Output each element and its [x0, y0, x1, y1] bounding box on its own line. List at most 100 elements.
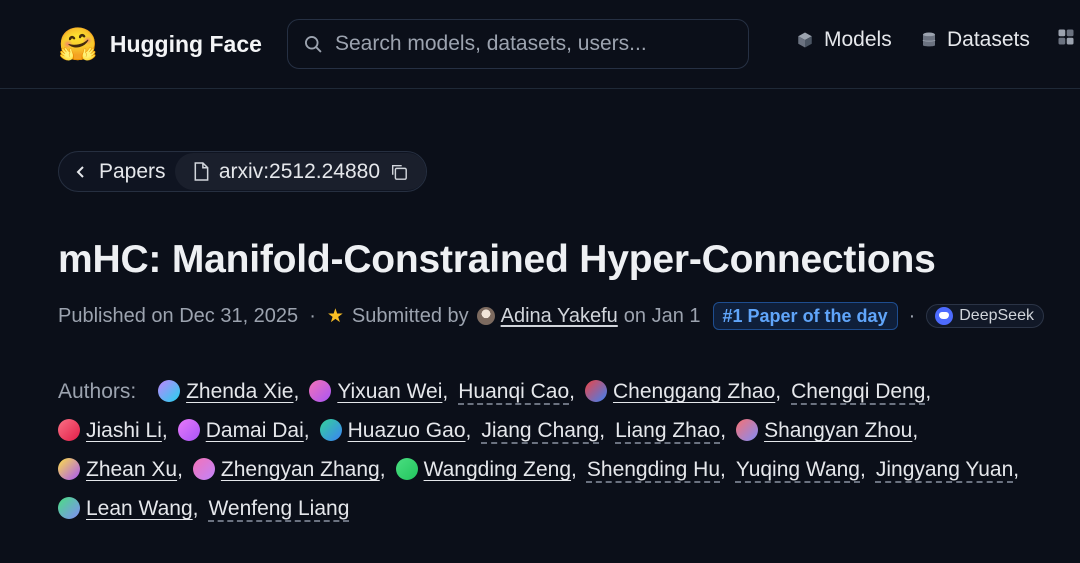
author-name[interactable]: Zhean Xu — [86, 458, 177, 481]
author-separator: , — [177, 458, 183, 481]
paper-of-the-day-badge[interactable]: #1 Paper of the day — [712, 302, 898, 330]
author-separator: , — [192, 497, 199, 520]
separator-dot: · — [908, 304, 916, 327]
author-item[interactable]: Huanqi Cao, — [458, 372, 575, 411]
submitter-link[interactable]: Adina Yakefu — [501, 305, 618, 328]
author-item[interactable]: Zhengyan Zhang, — [192, 450, 386, 489]
author-separator: , — [293, 380, 300, 403]
author-item[interactable]: Damai Dai, — [177, 411, 310, 450]
author-name[interactable]: Lean Wang — [86, 497, 193, 520]
breadcrumb: Papers arxiv:2512.24880 — [58, 151, 427, 192]
author-item[interactable]: Zhean Xu, — [58, 450, 183, 489]
top-navbar: 🤗 Hugging Face Models Datasets — [0, 0, 1080, 89]
database-icon — [922, 32, 936, 47]
author-name[interactable]: Zhenda Xie — [186, 380, 293, 403]
author-avatar — [395, 458, 418, 480]
author-name[interactable]: Yixuan Wei — [337, 380, 442, 403]
search-box[interactable] — [287, 19, 749, 69]
author-avatar — [736, 419, 759, 441]
submitted-by-label: Submitted by — [351, 304, 469, 327]
paper-meta: Published on Dec 31, 2025 · ★ Submitted … — [58, 300, 1044, 332]
published-date: Published on Dec 31, 2025 — [58, 304, 299, 327]
cube-icon — [798, 32, 812, 48]
search-input[interactable] — [333, 31, 717, 57]
author-name[interactable]: Jiashi Li — [86, 419, 162, 442]
authors-list: Authors: Zhenda Xie, Yixuan Wei, Huanqi Ca… — [58, 372, 1048, 528]
author-item[interactable]: Wenfeng Liang — [208, 489, 349, 528]
author-item[interactable]: Jiang Chang, — [481, 411, 605, 450]
author-separator: , — [571, 458, 577, 481]
author-separator: , — [720, 419, 727, 442]
author-name[interactable]: Chenggang Zhao — [613, 380, 775, 403]
author-avatar — [192, 458, 215, 480]
author-separator: , — [720, 458, 726, 481]
author-item[interactable]: Chenggang Zhao, — [584, 372, 782, 411]
nav-models[interactable]: Models — [796, 28, 892, 52]
author-separator: , — [379, 458, 386, 481]
back-to-papers-link[interactable]: Papers — [59, 160, 173, 184]
nav-spaces[interactable] — [1057, 28, 1075, 46]
author-name[interactable]: Huazuo Gao — [348, 419, 466, 442]
chevron-left-icon — [76, 165, 84, 178]
author-item[interactable]: Zhenda Xie, — [158, 372, 299, 411]
star-icon: ★ — [326, 305, 344, 327]
author-separator: , — [925, 380, 932, 403]
site-logo[interactable]: 🤗 Hugging Face — [58, 25, 262, 63]
submitted-date: on Jan 1 — [623, 304, 701, 327]
author-separator: , — [442, 380, 449, 403]
author-separator: , — [1013, 458, 1020, 481]
paper-id-chip: arxiv:2512.24880 — [174, 153, 426, 190]
author-item[interactable]: Liang Zhao, — [615, 411, 726, 450]
author-item[interactable]: Yuqing Wang, — [736, 450, 866, 489]
author-item[interactable]: Lean Wang, — [58, 489, 198, 528]
author-avatar — [319, 419, 342, 441]
author-item[interactable]: Jingyang Yuan, — [876, 450, 1019, 489]
author-avatar — [58, 419, 80, 441]
author-name[interactable]: Shengding Hu — [587, 458, 720, 481]
deepseek-logo-icon — [935, 307, 954, 325]
author-name[interactable]: Wangding Zeng — [424, 458, 571, 481]
nav-datasets[interactable]: Datasets — [921, 28, 1030, 52]
author-item[interactable]: Shengding Hu, — [587, 450, 726, 489]
author-name[interactable]: Yuqing Wang — [736, 458, 860, 481]
author-name[interactable]: Huanqi Cao — [458, 380, 569, 403]
author-separator: , — [465, 419, 472, 442]
author-separator: , — [303, 419, 310, 442]
submitter-avatar — [476, 307, 495, 325]
nav-models-label: Models — [824, 28, 892, 51]
copy-icon[interactable] — [390, 163, 408, 181]
author-separator: , — [912, 419, 919, 442]
nav-datasets-label: Datasets — [947, 28, 1030, 51]
author-name[interactable]: Shangyan Zhou — [764, 419, 912, 442]
author-name[interactable]: Liang Zhao — [615, 419, 720, 442]
hugging-face-logo-icon: 🤗 — [58, 25, 98, 63]
author-item[interactable]: Jiashi Li, — [58, 411, 168, 450]
author-item[interactable]: Yixuan Wei, — [309, 372, 448, 411]
author-avatar — [177, 419, 200, 441]
author-name[interactable]: Chengqi Deng — [791, 380, 925, 403]
author-name[interactable]: Jingyang Yuan — [876, 458, 1013, 481]
author-separator: , — [775, 380, 782, 403]
org-badge[interactable]: DeepSeek — [926, 304, 1044, 328]
author-name[interactable]: Jiang Chang — [481, 419, 599, 442]
author-item[interactable]: Chengqi Deng, — [791, 372, 931, 411]
author-avatar — [584, 380, 607, 402]
author-item[interactable]: Wangding Zeng, — [395, 450, 577, 489]
paper-title: mHC: Manifold-Constrained Hyper-Connecti… — [58, 238, 936, 281]
author-item[interactable]: Huazuo Gao, — [319, 411, 472, 450]
author-name[interactable]: Zhengyan Zhang — [221, 458, 380, 481]
back-label: Papers — [99, 159, 166, 183]
author-avatar — [58, 458, 80, 480]
author-name[interactable]: Damai Dai — [206, 419, 304, 442]
search-icon — [305, 36, 322, 53]
grid-icon — [1058, 29, 1074, 45]
author-separator: , — [599, 419, 606, 442]
arxiv-id: arxiv:2512.24880 — [218, 159, 380, 183]
author-name[interactable]: Wenfeng Liang — [208, 497, 349, 520]
author-avatar — [309, 380, 332, 402]
author-separator: , — [161, 419, 168, 442]
author-avatar — [58, 497, 80, 519]
author-separator: , — [569, 380, 575, 403]
authors-label: Authors: — [58, 380, 137, 403]
author-item[interactable]: Shangyan Zhou, — [736, 411, 918, 450]
